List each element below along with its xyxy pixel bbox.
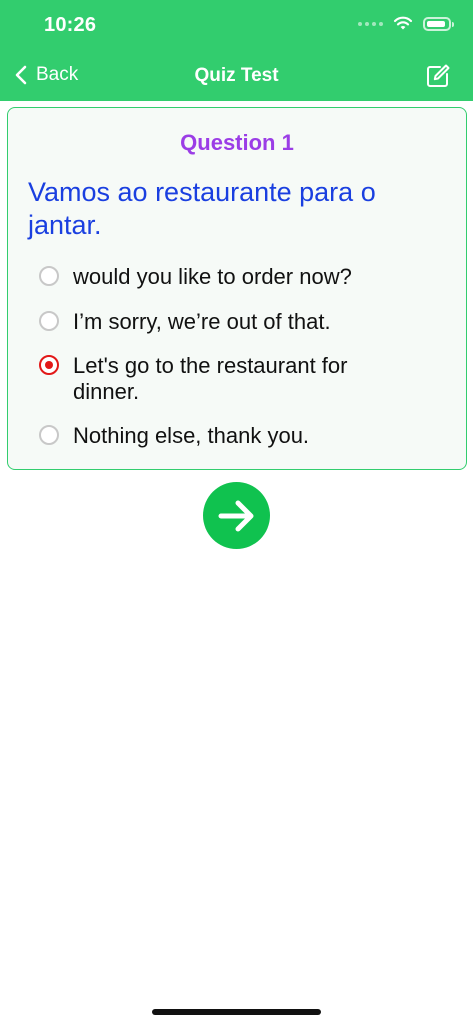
- home-indicator: [152, 1009, 321, 1015]
- answer-option-label: Nothing else, thank you.: [73, 423, 310, 448]
- edit-button[interactable]: [425, 63, 451, 94]
- answer-option-label: I’m sorry, we’re out of that.: [73, 309, 331, 334]
- answer-option[interactable]: Let's go to the restaurant for dinner.: [39, 353, 373, 405]
- question-text: Vamos ao restaurante para o jantar.: [28, 177, 376, 240]
- question-card: Question 1 Vamos ao restaurante para o j…: [7, 107, 467, 470]
- radio-button[interactable]: [39, 266, 59, 286]
- wifi-icon: [393, 16, 413, 30]
- answer-option[interactable]: Nothing else, thank you.: [39, 423, 373, 449]
- question-number: Question 1: [180, 130, 294, 155]
- status-time: 10:26: [44, 14, 97, 36]
- battery-icon: [423, 16, 454, 31]
- radio-button[interactable]: [39, 425, 59, 445]
- edit-icon: [427, 64, 450, 87]
- answer-option-label: Let's go to the restaurant for dinner.: [73, 353, 348, 404]
- navigation-header: 10:26 Back Quiz Test: [0, 0, 473, 101]
- arrow-right-icon: [218, 500, 253, 531]
- radio-button-selected[interactable]: [39, 355, 59, 375]
- cellular-signal-icon: [358, 21, 383, 26]
- page-title: Quiz Test: [194, 65, 279, 86]
- next-button[interactable]: [203, 482, 270, 549]
- radio-button[interactable]: [39, 311, 59, 331]
- answer-option[interactable]: I’m sorry, we’re out of that.: [39, 309, 373, 335]
- answer-option-label: would you like to order now?: [73, 264, 352, 289]
- answer-option[interactable]: would you like to order now?: [39, 264, 373, 290]
- status-icons: [358, 16, 454, 31]
